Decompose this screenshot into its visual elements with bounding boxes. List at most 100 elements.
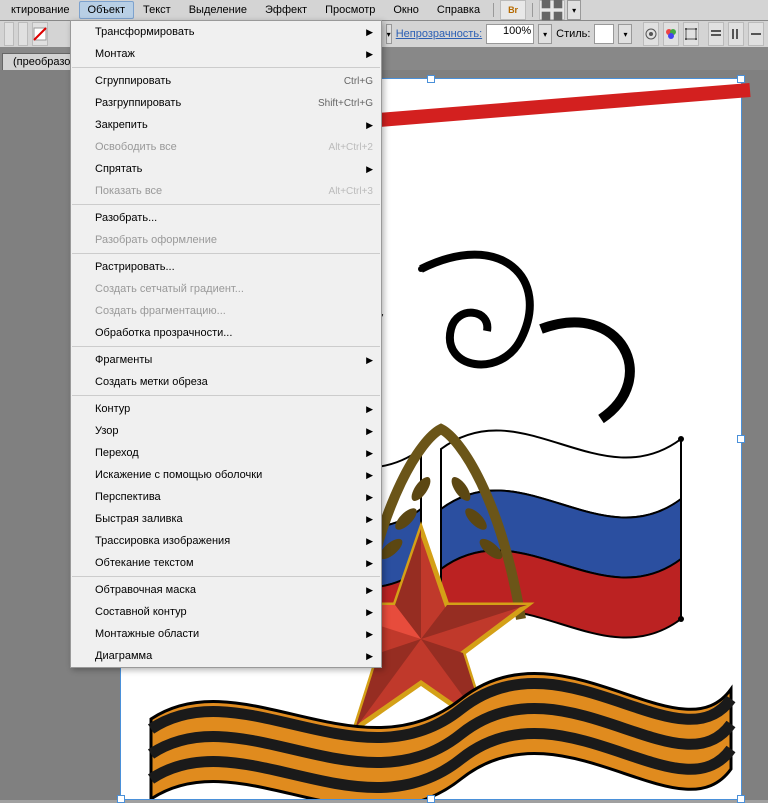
- menu-item[interactable]: Монтаж▶: [71, 43, 381, 65]
- opacity-dropdown[interactable]: ▾: [538, 24, 552, 44]
- menu-item-label: Быстрая заливка: [95, 513, 373, 525]
- menu-item[interactable]: Диаграмма▶: [71, 645, 381, 667]
- menu-item: Разобрать оформление: [71, 229, 381, 251]
- menu-item-label: Разобрать...: [95, 212, 373, 224]
- submenu-arrow-icon: ▶: [366, 558, 373, 569]
- menu-item-label: Обтравочная маска: [95, 584, 373, 596]
- menu-item[interactable]: СгруппироватьCtrl+G: [71, 70, 381, 92]
- submenu-arrow-icon: ▶: [366, 404, 373, 415]
- submenu-arrow-icon: ▶: [366, 514, 373, 525]
- menu-item-label: Создать фрагментацию...: [95, 305, 373, 317]
- menu-item-label: Растрировать...: [95, 261, 373, 273]
- menu-window[interactable]: Окно: [384, 1, 428, 19]
- menu-item-label: Разобрать оформление: [95, 234, 373, 246]
- menu-item[interactable]: Закрепить▶: [71, 114, 381, 136]
- arrange-docs-button[interactable]: [539, 0, 565, 20]
- menu-item-shortcut: Ctrl+G: [344, 76, 373, 87]
- menu-item-label: Обтекание текстом: [95, 557, 373, 569]
- dropdown-arrow[interactable]: ▾: [386, 24, 392, 44]
- menu-item-label: Монтажные области: [95, 628, 373, 640]
- object-menu-dropdown: Трансформировать▶Монтаж▶СгруппироватьCtr…: [70, 20, 382, 668]
- selection-handle[interactable]: [427, 795, 435, 803]
- separator: [532, 3, 533, 17]
- menu-help[interactable]: Справка: [428, 1, 489, 19]
- menu-item-label: Монтаж: [95, 48, 373, 60]
- menu-separator: [72, 204, 380, 205]
- menu-item-label: Составной контур: [95, 606, 373, 618]
- recolor-icon[interactable]: [663, 22, 679, 46]
- style-label: Стиль:: [556, 28, 590, 40]
- menu-item: Показать всеAlt+Ctrl+3: [71, 180, 381, 202]
- submenu-arrow-icon: ▶: [366, 426, 373, 437]
- menu-separator: [72, 576, 380, 577]
- toolbar-button[interactable]: [18, 22, 28, 46]
- menu-item[interactable]: Обтравочная маска▶: [71, 579, 381, 601]
- menu-item-label: Освободить все: [95, 141, 329, 153]
- menu-separator: [72, 346, 380, 347]
- opacity-label[interactable]: Непрозрачность:: [396, 28, 482, 40]
- menu-item-label: Спрятать: [95, 163, 373, 175]
- submenu-arrow-icon: ▶: [366, 651, 373, 662]
- menu-item[interactable]: Переход▶: [71, 442, 381, 464]
- menu-separator: [72, 395, 380, 396]
- menu-item: Создать сетчатый градиент...: [71, 278, 381, 300]
- menu-text[interactable]: Текст: [134, 1, 180, 19]
- menu-item[interactable]: Искажение с помощью оболочки▶: [71, 464, 381, 486]
- menu-item[interactable]: Обработка прозрачности...: [71, 322, 381, 344]
- menu-item[interactable]: Быстрая заливка▶: [71, 508, 381, 530]
- menu-item[interactable]: Трансформировать▶: [71, 21, 381, 43]
- menu-item-shortcut: Shift+Ctrl+G: [318, 98, 373, 109]
- doc-setup-icon[interactable]: [643, 22, 659, 46]
- menu-item[interactable]: Перспектива▶: [71, 486, 381, 508]
- toolbar-no-fill-icon[interactable]: [32, 22, 48, 46]
- transform-panel-icon[interactable]: [683, 22, 699, 46]
- menu-item-label: Трассировка изображения: [95, 535, 373, 547]
- selection-handle[interactable]: [117, 795, 125, 803]
- menu-item[interactable]: Создать метки обреза: [71, 371, 381, 393]
- menu-item-label: Обработка прозрачности...: [95, 327, 373, 339]
- menu-item[interactable]: Спрятать▶: [71, 158, 381, 180]
- arrange-docs-dropdown[interactable]: ▾: [567, 0, 581, 20]
- menu-object[interactable]: Объект: [79, 1, 134, 19]
- align-icon[interactable]: [748, 22, 764, 46]
- menu-item[interactable]: Обтекание текстом▶: [71, 552, 381, 574]
- menu-item-label: Фрагменты: [95, 354, 373, 366]
- menu-item[interactable]: Составной контур▶: [71, 601, 381, 623]
- menu-item-label: Сгруппировать: [95, 75, 344, 87]
- menu-view[interactable]: Просмотр: [316, 1, 384, 19]
- menu-separator: [72, 67, 380, 68]
- opacity-input[interactable]: 100%: [486, 24, 534, 44]
- align-icon[interactable]: [708, 22, 724, 46]
- submenu-arrow-icon: ▶: [366, 27, 373, 38]
- align-icon[interactable]: [728, 22, 744, 46]
- menu-edit[interactable]: ктирование: [2, 1, 79, 19]
- menu-item[interactable]: Растрировать...: [71, 256, 381, 278]
- menu-item[interactable]: Монтажные области▶: [71, 623, 381, 645]
- menu-item-label: Искажение с помощью оболочки: [95, 469, 373, 481]
- menubar: ктирование Объект Текст Выделение Эффект…: [0, 0, 768, 21]
- style-dropdown[interactable]: ▾: [618, 24, 632, 44]
- menu-item[interactable]: Узор▶: [71, 420, 381, 442]
- submenu-arrow-icon: ▶: [366, 607, 373, 618]
- submenu-arrow-icon: ▶: [366, 355, 373, 366]
- style-swatch[interactable]: [594, 24, 614, 44]
- menu-item-label: Узор: [95, 425, 373, 437]
- menu-item[interactable]: Контур▶: [71, 398, 381, 420]
- menu-item[interactable]: РазгруппироватьShift+Ctrl+G: [71, 92, 381, 114]
- menu-item-shortcut: Alt+Ctrl+3: [329, 186, 373, 197]
- menu-separator: [72, 253, 380, 254]
- selection-handle[interactable]: [737, 75, 745, 83]
- menu-item[interactable]: Разобрать...: [71, 207, 381, 229]
- menu-item-label: Закрепить: [95, 119, 373, 131]
- menu-item-label: Создать сетчатый градиент...: [95, 283, 373, 295]
- selection-handle[interactable]: [427, 75, 435, 83]
- menu-item[interactable]: Трассировка изображения▶: [71, 530, 381, 552]
- menu-effect[interactable]: Эффект: [256, 1, 316, 19]
- selection-handle[interactable]: [737, 795, 745, 803]
- selection-handle[interactable]: [737, 435, 745, 443]
- bridge-button[interactable]: Br: [500, 0, 526, 20]
- menu-select[interactable]: Выделение: [180, 1, 256, 19]
- toolbar-button[interactable]: [4, 22, 14, 46]
- separator: [493, 3, 494, 17]
- menu-item[interactable]: Фрагменты▶: [71, 349, 381, 371]
